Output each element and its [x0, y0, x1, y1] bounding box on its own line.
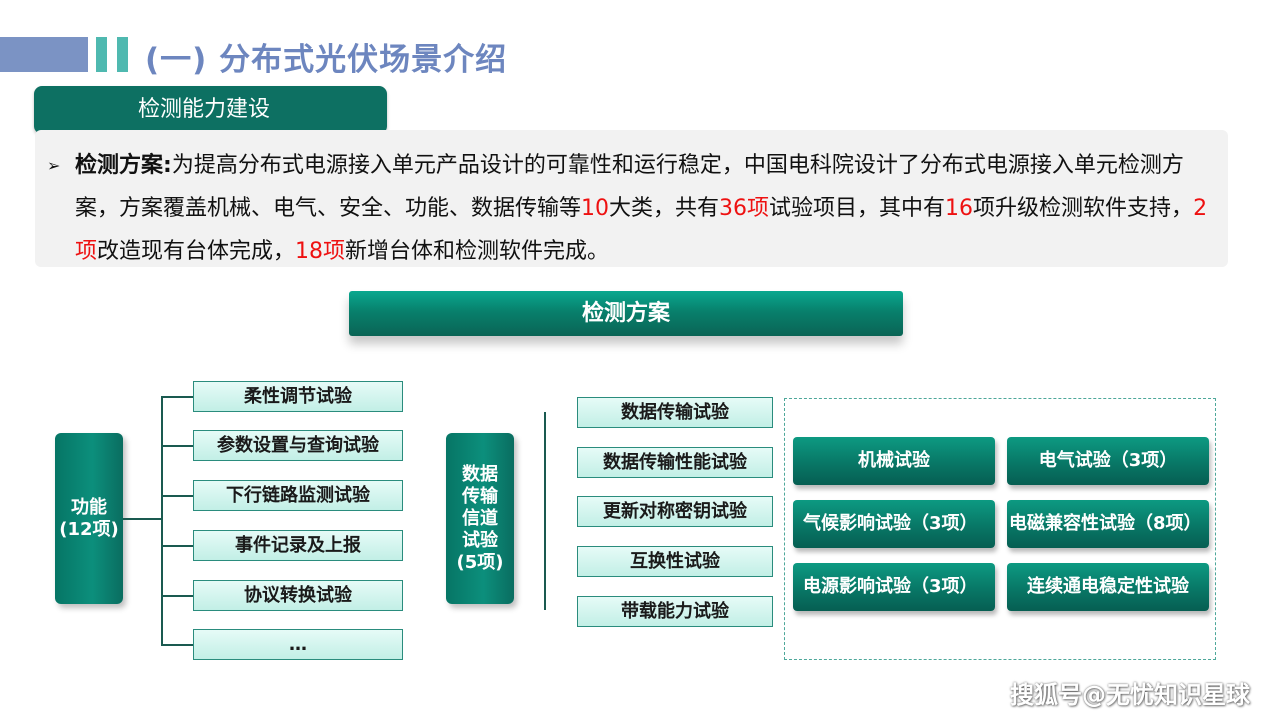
divider-line: [544, 412, 546, 610]
function-test-item: 下行链路监测试验: [193, 480, 403, 511]
highlight-number: 36项: [719, 196, 770, 221]
data-test-item: 带载能力试验: [577, 596, 773, 627]
function-test-item-more: …: [193, 629, 403, 660]
connector-line: [123, 518, 162, 520]
function-test-item: 参数设置与查询试验: [193, 430, 403, 461]
other-test-tile: 机械试验: [793, 437, 995, 485]
other-test-tile: 电气试验（3项）: [1007, 437, 1209, 485]
highlight-number: 18项: [295, 239, 346, 264]
connector-line: [161, 396, 163, 645]
description-text: 项升级检测软件支持，: [973, 196, 1194, 221]
connector-line: [161, 595, 193, 597]
function-test-item: 事件记录及上报: [193, 530, 403, 561]
data-test-item: 互换性试验: [577, 546, 773, 577]
category-label: 信道: [461, 507, 498, 529]
category-label: 功能: [70, 496, 107, 518]
data-channel-category-box: 数据 传输 信道 试验 (5项): [446, 433, 514, 604]
other-test-tile: 电磁兼容性试验（8项）: [1007, 500, 1209, 548]
description-text: 大类，共有: [609, 196, 720, 221]
page-title: (一) 分布式光伏场景介绍: [145, 42, 508, 78]
diagram-title: 检测方案: [349, 291, 903, 336]
bullet-label: 检测方案:: [75, 153, 172, 178]
category-label: 数据: [461, 463, 498, 485]
description-text: 新增台体和检测软件完成。: [345, 239, 610, 264]
section-tag: 检测能力建设: [34, 86, 387, 134]
function-category-box: 功能 (12项): [55, 433, 123, 604]
other-test-tile: 气候影响试验（3项）: [793, 500, 995, 548]
watermark: 搜狐号@无忧知识星球: [1010, 681, 1250, 709]
connector-line: [161, 644, 193, 646]
highlight-number: 16: [945, 196, 974, 221]
header-decoration-bar: [0, 37, 88, 72]
connector-line: [161, 545, 193, 547]
description-text: 改造现有台体完成，: [97, 239, 296, 264]
header-accent-stripe: [117, 37, 128, 72]
connector-line: [161, 396, 193, 398]
category-label: 试验: [461, 529, 498, 551]
header-accent-stripe: [96, 37, 107, 72]
highlight-number: 10: [581, 196, 610, 221]
data-test-item: 更新对称密钥试验: [577, 496, 773, 527]
category-label: 传输: [461, 485, 498, 507]
data-test-item: 数据传输试验: [577, 397, 773, 428]
function-test-item: 柔性调节试验: [193, 381, 403, 412]
data-test-item: 数据传输性能试验: [577, 447, 773, 478]
bullet-arrow-icon: ➢: [47, 156, 61, 175]
category-count: (5项): [456, 551, 504, 573]
category-count: (12项): [59, 518, 119, 540]
description-panel: ➢ 检测方案:为提高分布式电源接入单元产品设计的可靠性和运行稳定，中国电科院设计…: [35, 130, 1228, 267]
other-test-tile: 电源影响试验（3项）: [793, 563, 995, 611]
connector-line: [161, 445, 193, 447]
function-test-item: 协议转换试验: [193, 580, 403, 611]
other-test-tile: 连续通电稳定性试验: [1007, 563, 1209, 611]
description-text: 试验项目，其中有: [769, 196, 946, 221]
connector-line: [161, 495, 193, 497]
